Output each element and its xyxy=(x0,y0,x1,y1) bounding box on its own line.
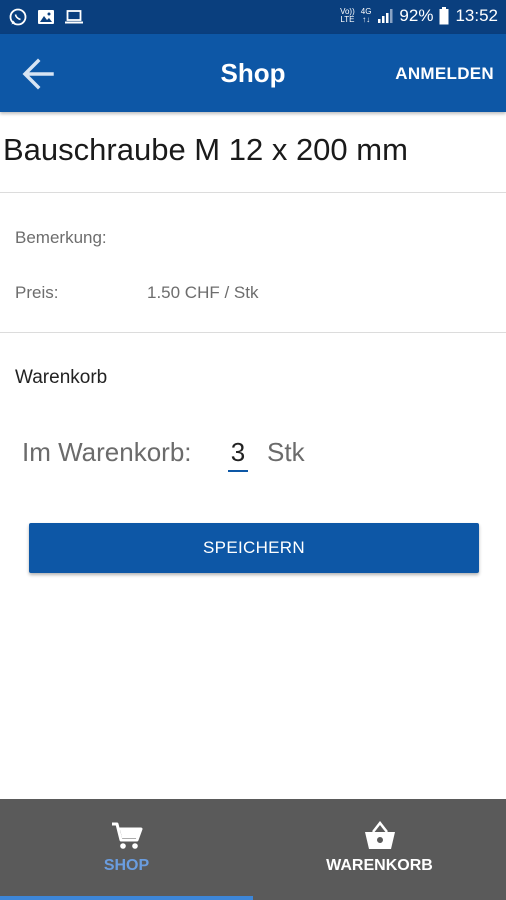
battery-percent: 92% xyxy=(399,6,434,25)
product-title: Bauschraube M 12 x 200 mm xyxy=(3,132,408,167)
divider xyxy=(0,192,506,193)
tab-warenkorb-label: WARENKORB xyxy=(326,857,433,874)
system-status: Vo)) LTE 4G ↑↓ 92% 13:52 xyxy=(340,6,498,26)
quantity-input[interactable] xyxy=(228,434,248,472)
status-bar: Vo)) LTE 4G ↑↓ 92% 13:52 xyxy=(0,0,506,34)
signal-icon xyxy=(378,9,393,23)
volte-indicator: Vo)) LTE xyxy=(340,7,355,24)
remark-label: Bemerkung: xyxy=(15,228,107,247)
notification-icons xyxy=(8,7,84,27)
save-button[interactable]: SPEICHERN xyxy=(29,523,479,573)
price-label: Preis: xyxy=(15,283,59,302)
cart-section-title: Warenkorb xyxy=(15,367,108,388)
price-value: 1.50 CHF / Stk xyxy=(147,283,259,302)
whatsapp-icon xyxy=(9,8,27,26)
basket-icon xyxy=(364,821,395,849)
in-cart-label: Im Warenkorb: xyxy=(22,437,192,467)
tab-warenkorb[interactable]: WARENKORB xyxy=(253,799,506,900)
active-tab-indicator xyxy=(0,896,253,900)
bottom-navigation: SHOP WARENKORB xyxy=(0,799,506,900)
divider xyxy=(0,332,506,333)
battery-icon xyxy=(439,7,449,25)
network-type: 4G ↑↓ xyxy=(360,7,372,24)
laptop-icon xyxy=(65,10,83,24)
back-arrow-icon[interactable] xyxy=(18,54,58,94)
tab-shop[interactable]: SHOP xyxy=(0,799,253,900)
clock: 13:52 xyxy=(455,6,498,25)
tab-shop-label: SHOP xyxy=(103,857,150,874)
cart-icon xyxy=(111,822,142,849)
quantity-unit: Stk xyxy=(267,437,305,467)
login-button[interactable]: ANMELDEN xyxy=(395,64,494,84)
image-icon xyxy=(38,10,54,24)
app-bar: Shop ANMELDEN xyxy=(0,34,506,112)
